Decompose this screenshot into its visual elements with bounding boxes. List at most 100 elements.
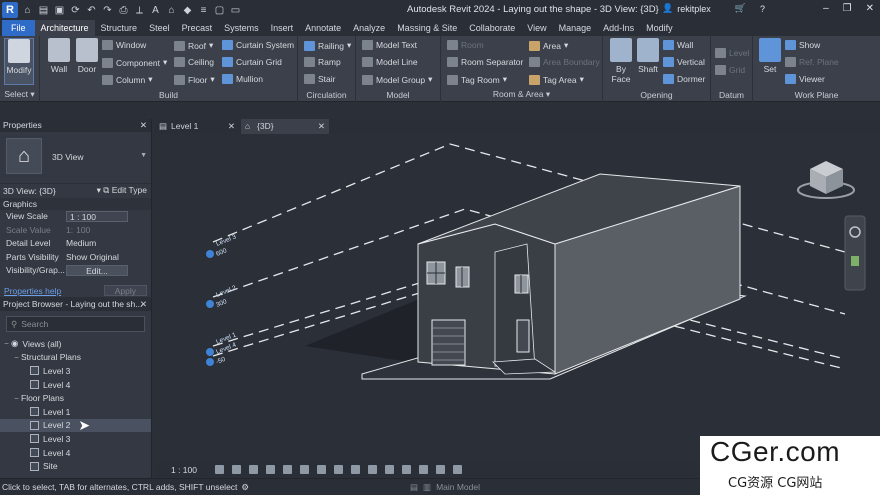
close-icon[interactable]: ✕	[228, 119, 235, 134]
mullion-button[interactable]: Mullion	[222, 74, 263, 84]
align-icon[interactable]: A	[149, 4, 162, 17]
tab-systems[interactable]: Systems	[218, 20, 265, 36]
apply-button[interactable]: Apply	[103, 285, 147, 296]
tree-node-floor-plans[interactable]: − Floor Plans	[0, 391, 151, 405]
select-dropdown[interactable]: Select ▾	[0, 89, 39, 100]
tree-node-views-all[interactable]: − ◉ Views (all)	[0, 337, 151, 351]
close-icon[interactable]: ✕	[140, 119, 147, 132]
dormer-button[interactable]: Dormer	[663, 74, 705, 84]
wall-button[interactable]: Wall	[44, 38, 74, 74]
graphics-section[interactable]: Graphics	[0, 197, 151, 210]
tab-collaborate[interactable]: Collaborate	[463, 20, 521, 36]
list-item[interactable]: Level 1	[0, 405, 151, 419]
navigation-bar[interactable]	[844, 215, 866, 291]
revit-logo-icon[interactable]: R	[2, 2, 18, 18]
tab-manage[interactable]: Manage	[553, 20, 598, 36]
close-icon[interactable]: ✕	[140, 298, 147, 311]
maximize-icon[interactable]: ❐	[843, 3, 852, 14]
room-separator-button[interactable]: Room Separator	[447, 57, 523, 67]
lock-view-icon[interactable]	[334, 465, 343, 474]
detail-level-value[interactable]: Medium	[66, 238, 96, 248]
help-icon[interactable]: ?	[760, 4, 765, 14]
tab-precast[interactable]: Precast	[176, 20, 219, 36]
set-work-plane-button[interactable]: Set	[755, 38, 785, 74]
measure-icon[interactable]: ⟂	[133, 4, 146, 17]
stair-button[interactable]: Stair	[304, 74, 335, 84]
render-icon[interactable]	[283, 465, 292, 474]
close-icon[interactable]: ✕	[318, 119, 325, 134]
thin-lines-icon[interactable]: ≡	[197, 4, 210, 17]
tab-structure[interactable]: Structure	[95, 20, 144, 36]
visual-style-icon[interactable]	[232, 465, 241, 474]
switch-windows-icon[interactable]: ▭	[229, 4, 242, 17]
door-button[interactable]: Door	[72, 38, 102, 74]
railing-button[interactable]: Railing ▾	[304, 40, 351, 51]
view-scale-field[interactable]: 1 : 100	[66, 210, 128, 222]
tab-massing-site[interactable]: Massing & Site	[391, 20, 463, 36]
temp-hide-icon[interactable]	[351, 465, 360, 474]
shadows-icon[interactable]	[266, 465, 275, 474]
tab-annotate[interactable]: Annotate	[299, 20, 347, 36]
analytical-model-icon[interactable]	[402, 465, 411, 474]
type-selector[interactable]: ⌂ 3D View ▼	[0, 132, 151, 184]
model-text-button[interactable]: Model Text	[362, 40, 417, 50]
ramp-button[interactable]: Ramp	[304, 57, 341, 67]
filter-icon[interactable]: ⚙	[241, 482, 249, 493]
tab-add-ins[interactable]: Add-Ins	[597, 20, 640, 36]
edit-visibility-button[interactable]: Edit...	[66, 264, 128, 276]
redo-icon[interactable]: ↷	[101, 4, 114, 17]
area-button[interactable]: Area ▾	[529, 40, 568, 51]
collapse-icon[interactable]	[453, 465, 462, 474]
area-boundary-button[interactable]: Area Boundary	[529, 57, 600, 67]
tab-architecture[interactable]: Architecture	[34, 20, 95, 36]
floor-button[interactable]: Floor ▾	[174, 74, 215, 85]
level-button[interactable]: Level	[715, 48, 749, 58]
edit-type-button[interactable]: ▾ ⧉ Edit Type	[97, 185, 147, 196]
column-button[interactable]: Column ▾	[102, 74, 153, 85]
highlight-displacement-icon[interactable]	[419, 465, 428, 474]
tab-analyze[interactable]: Analyze	[347, 20, 391, 36]
minimize-icon[interactable]: –	[823, 3, 829, 14]
tab-insert[interactable]: Insert	[265, 20, 300, 36]
show-crop-icon[interactable]	[317, 465, 326, 474]
parts-visibility-value[interactable]: Show Original	[66, 252, 119, 262]
crop-view-icon[interactable]	[300, 465, 309, 474]
section-icon[interactable]: ◆	[181, 4, 194, 17]
3d-view-canvas[interactable]: Level 3 600 Level 2 300 Level 1 Level 4 …	[155, 134, 880, 462]
tab-file[interactable]: File	[2, 20, 35, 36]
reveal-hidden-icon[interactable]	[368, 465, 377, 474]
tab-view[interactable]: View	[521, 20, 552, 36]
wall-opening-button[interactable]: Wall	[663, 40, 693, 50]
show-work-plane-button[interactable]: Show	[785, 40, 820, 50]
worksharing-icon[interactable]	[385, 465, 394, 474]
properties-help-link[interactable]: Properties help	[4, 286, 61, 296]
grid-button[interactable]: Grid	[715, 65, 745, 75]
cart-icon[interactable]: 🛒	[735, 3, 746, 14]
detail-level-icon[interactable]	[215, 465, 224, 474]
shaft-button[interactable]: Shaft	[633, 38, 663, 74]
ref-plane-button[interactable]: Ref. Plane	[785, 57, 839, 67]
sun-path-icon[interactable]	[249, 465, 258, 474]
home-icon[interactable]: ⌂	[21, 4, 34, 17]
view-scale-button[interactable]: 1 : 100	[155, 465, 211, 475]
viewcube[interactable]	[797, 161, 855, 199]
instance-selector[interactable]: 3D View: {3D}	[3, 186, 56, 196]
list-item[interactable]: Site	[0, 459, 151, 473]
component-button[interactable]: Component ▾	[102, 57, 167, 68]
save-icon[interactable]: ▣	[53, 4, 66, 17]
model-group-button[interactable]: Model Group ▾	[362, 74, 432, 85]
list-item[interactable]: Level 4	[0, 378, 151, 392]
window-button[interactable]: Window	[102, 40, 146, 50]
vertical-opening-button[interactable]: Vertical	[663, 57, 705, 67]
viewer-button[interactable]: Viewer	[785, 74, 825, 84]
chevron-down-icon[interactable]: ▼	[140, 152, 147, 159]
list-item[interactable]: Level 3	[0, 364, 151, 378]
curtain-system-button[interactable]: Curtain System	[222, 40, 294, 50]
roof-button[interactable]: Roof ▾	[174, 40, 213, 51]
reveal-constraints-icon[interactable]	[436, 465, 445, 474]
curtain-grid-button[interactable]: Curtain Grid	[222, 57, 282, 67]
by-face-button[interactable]: By Face	[606, 38, 636, 84]
tag-area-button[interactable]: Tag Area ▾	[529, 74, 584, 85]
close-icon[interactable]: ✕	[866, 3, 874, 14]
list-item[interactable]: Level 4	[0, 446, 151, 460]
